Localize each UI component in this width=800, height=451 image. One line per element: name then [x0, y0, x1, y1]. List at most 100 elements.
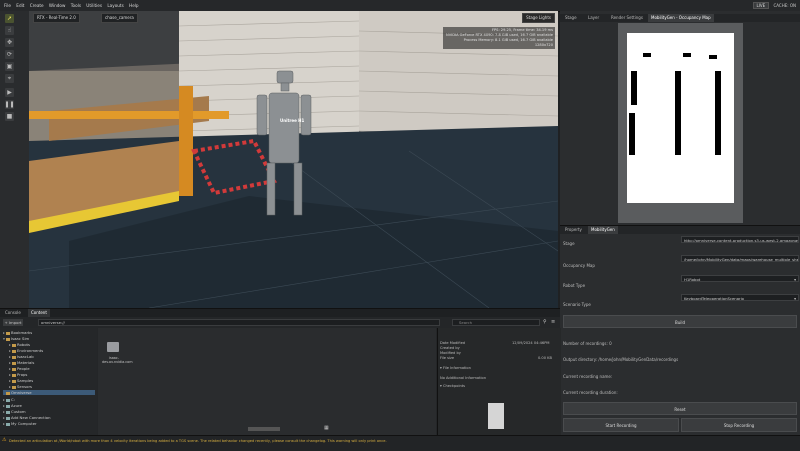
tree-item[interactable]: ▸ People [9, 366, 30, 371]
occupancy-field[interactable]: /home/john/MobilityGen/data/maps/warehou… [681, 255, 799, 262]
pause-icon[interactable]: ❚❚ [4, 100, 15, 109]
snap-tool-icon[interactable]: ⌖ [5, 74, 14, 83]
menu-utilities[interactable]: Utilities [86, 0, 102, 11]
menu-create[interactable]: Create [30, 0, 44, 11]
file-grid: isaac-dev.ov.nvidia.com ▦ [98, 328, 436, 436]
tab-content[interactable]: Content [28, 309, 50, 317]
status-bar: ⚠ Detected an articulation at /World/rob… [0, 435, 800, 451]
camera-tab[interactable]: chase_camera [101, 13, 138, 23]
file-preview-icon [488, 403, 504, 429]
status-message: Detected an articulation at /World/robot… [9, 439, 387, 443]
camera-label: chase_camera [105, 15, 134, 20]
tab-layer[interactable]: Layer [585, 14, 602, 22]
file-size-value: 0.00 KB [538, 356, 552, 360]
tree-item[interactable]: ▸ Samples [9, 378, 33, 383]
start-recording-button[interactable]: Start Recording [563, 418, 679, 432]
content-browser: Console Content + Import omniverse:// Se… [0, 308, 561, 436]
scenario-label: Scenario Type [563, 302, 591, 307]
checkpoints-header[interactable]: ▾ Checkpoints [440, 384, 465, 388]
content-tabs: Console Content [0, 309, 560, 317]
tree-item[interactable]: ▸ Materials [9, 360, 34, 365]
tree-item-selected[interactable]: Omniverse [3, 390, 95, 395]
tree-item[interactable]: ▸ Custom [3, 409, 26, 414]
viewport[interactable]: RTX - Real-Time 2.0 chase_camera Stage L… [29, 11, 558, 308]
no-info-text: No Additional Information [440, 376, 487, 380]
tree-item[interactable]: ▸ Robots [9, 342, 30, 347]
menu-layouts[interactable]: Layouts [107, 0, 123, 11]
chevron-down-icon: ▾ [794, 277, 796, 282]
info-panel: Date Modified 12/09/2024 04:46PM Created… [437, 328, 561, 436]
tree-item[interactable]: ▸ My Computer [3, 421, 37, 426]
occupancy-map-image [627, 33, 734, 203]
date-modified-value: 12/09/2024 04:46PM [512, 341, 550, 345]
tree-item[interactable]: ▸ C: [3, 397, 15, 402]
warning-icon: ⚠ [2, 437, 7, 443]
current-recording-duration: Current recording duration: [563, 390, 618, 395]
tree-item[interactable]: ▸ Add New Connection [3, 415, 51, 420]
stage-field[interactable]: http://omniverse-content-production.s3-u… [681, 236, 799, 243]
stage-lights-button[interactable]: Stage Lights [522, 13, 555, 23]
tab-property[interactable]: Property [562, 226, 585, 234]
menu-window[interactable]: Window [49, 0, 66, 11]
zoom-slider[interactable] [248, 427, 280, 431]
tree-item[interactable]: ▸ Environments [9, 348, 43, 353]
menu-edit[interactable]: Edit [16, 0, 24, 11]
tab-stage[interactable]: Stage [562, 14, 580, 22]
tree-item[interactable]: ▸ Azure [3, 403, 22, 408]
scenario-select[interactable]: KeyboardTeleoperationScenario ▾ [681, 294, 799, 301]
file-info-header[interactable]: ▾ File Information [440, 366, 471, 370]
stage-label: Stage [563, 241, 575, 246]
folder-tree: ▸ Bookmarks ▾ Isaac Sim ▸ Robots ▸ Environme… [0, 328, 97, 436]
tree-item[interactable]: ▾ Isaac Sim [3, 336, 29, 341]
tab-mobilitygen[interactable]: MobilityGen [588, 226, 618, 234]
grid-item-label[interactable]: isaac-dev.ov.nvidia.com [102, 356, 133, 364]
reset-button[interactable]: Reset [563, 402, 797, 415]
play-icon[interactable]: ▶ [5, 88, 14, 97]
modified-by-label: Modified by [440, 351, 461, 355]
rotate-tool-icon[interactable]: ⟳ [5, 50, 14, 59]
import-button[interactable]: + Import [3, 319, 23, 326]
stop-recording-button[interactable]: Stop Recording [681, 418, 797, 432]
build-button[interactable]: Build [563, 315, 797, 328]
renderer-tab[interactable]: RTX - Real-Time 2.0 [33, 13, 80, 23]
live-button[interactable]: LIVE [752, 2, 770, 9]
filter-icon[interactable]: ⚲ [543, 319, 547, 325]
menu-tools[interactable]: Tools [71, 0, 81, 11]
server-icon[interactable] [107, 342, 119, 352]
tree-item[interactable]: ▸ IsaacLab [9, 354, 34, 359]
stop-icon[interactable]: ■ [5, 112, 14, 121]
robot-label: Unitree H1 [280, 118, 305, 123]
tree-item[interactable]: ▸ Bookmarks [3, 330, 32, 335]
output-directory: Output directory: /home/john/MobilityGen… [563, 357, 679, 362]
occupancy-label: Occupancy Map [563, 263, 595, 268]
occupancy-panel: Stage Layer Render Settings MobilityGen … [560, 11, 800, 225]
stage-lights-label: Stage Lights [526, 15, 551, 20]
top-right-controls: LIVE CACHE: ON [752, 0, 796, 11]
path-field[interactable]: omniverse:// [38, 319, 440, 326]
scale-tool-icon[interactable]: ▣ [5, 62, 14, 71]
menu-icon[interactable]: ≡ [551, 319, 555, 325]
select-tool-icon[interactable]: ➚ [5, 14, 14, 23]
select-mode-icon[interactable]: ☝ [5, 26, 14, 35]
renderer-label: RTX - Real-Time 2.0 [37, 15, 76, 20]
move-tool-icon[interactable]: ✥ [5, 38, 14, 47]
tab-occupancy-map[interactable]: MobilityGen - Occupancy Map [648, 14, 714, 22]
tab-render-settings[interactable]: Render Settings [608, 14, 646, 22]
cache-status[interactable]: CACHE: ON [773, 3, 796, 8]
robot-type-label: Robot Type [563, 283, 586, 288]
grid-view-icon[interactable]: ▦ [324, 425, 329, 431]
tab-console[interactable]: Console [2, 309, 24, 317]
search-input[interactable]: Search [452, 319, 540, 326]
robot-type-select[interactable]: H1Robot ▾ [681, 275, 799, 282]
right-tabs: Stage Layer Render Settings MobilityGen … [560, 14, 800, 22]
resolution-stat: 1280x720 [534, 43, 553, 47]
tree-item[interactable]: ▸ Sensors [9, 384, 32, 389]
recordings-count: Number of recordings: 0 [563, 341, 612, 346]
menu-help[interactable]: Help [129, 0, 139, 11]
tree-item[interactable]: ▸ Props [9, 372, 27, 377]
robot-type-value: H1Robot [684, 277, 701, 282]
chevron-down-icon: ▾ [794, 296, 796, 301]
menu-file[interactable]: File [4, 0, 11, 11]
scenario-value: KeyboardTeleoperationScenario [684, 296, 744, 301]
stats-overlay: FPS: 29.25, Frame time: 34.19 ms NVIDIA … [443, 27, 555, 49]
